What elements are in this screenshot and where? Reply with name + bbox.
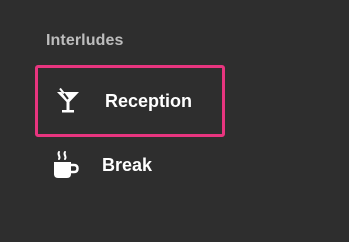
sidebar-item-reception[interactable]: Reception	[35, 65, 225, 137]
section-title: Interludes	[46, 32, 124, 49]
sidebar-item-label: Reception	[105, 90, 193, 111]
interludes-panel: Interludes Reception Break	[0, 0, 349, 242]
sidebar-item-break[interactable]: Break	[35, 130, 225, 200]
cocktail-icon	[53, 86, 83, 116]
sidebar-item-label: Break	[102, 154, 153, 175]
coffee-cup-icon	[50, 150, 80, 180]
